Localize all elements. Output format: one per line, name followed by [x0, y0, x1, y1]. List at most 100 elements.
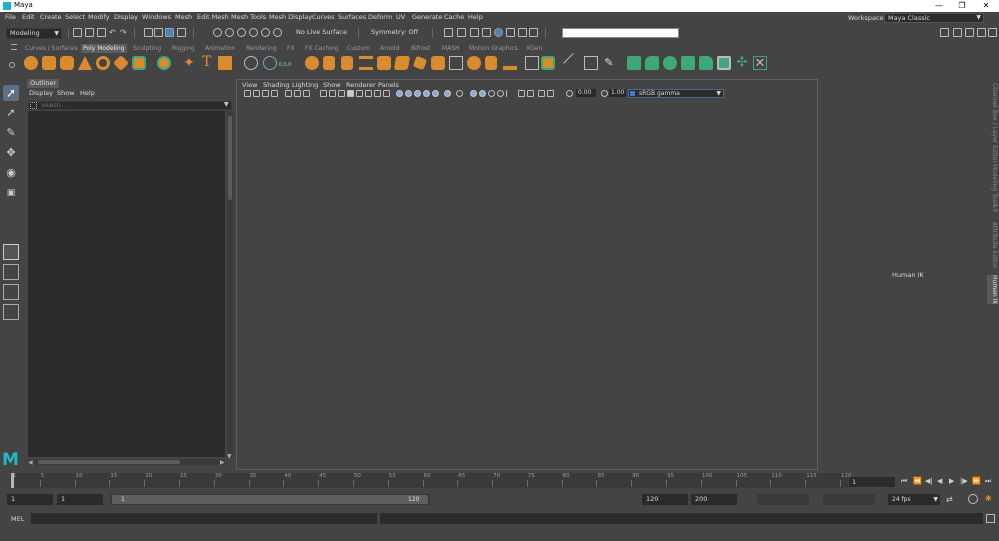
persp-outliner-layout-icon[interactable]: [3, 284, 19, 300]
shelf-tab-bifrost[interactable]: Bifrost: [409, 44, 432, 53]
menu-surfaces[interactable]: Surfaces: [338, 13, 366, 21]
film-gate-icon[interactable]: [294, 90, 301, 97]
combine-icon[interactable]: [244, 56, 258, 70]
menu-modify[interactable]: Modify: [88, 13, 110, 21]
mel-language-toggle[interactable]: MEL: [11, 515, 24, 523]
remesh-icon[interactable]: [377, 56, 391, 70]
anti-aliasing-icon[interactable]: [456, 90, 463, 97]
poly-cone-icon[interactable]: [78, 56, 92, 70]
select-tool-icon[interactable]: ➚: [3, 85, 19, 101]
paint-select-tool-icon[interactable]: ✎: [3, 125, 19, 141]
select-by-hierarchy-icon[interactable]: [144, 28, 153, 37]
multi-cut-icon[interactable]: [525, 56, 539, 70]
auto-key-icon[interactable]: [968, 494, 978, 504]
play-forwards-icon[interactable]: ▶: [949, 477, 954, 485]
outliner-tab[interactable]: Outliner: [27, 79, 60, 88]
go-to-start-icon[interactable]: ⏮: [901, 477, 907, 486]
toggle-tool-settings-icon[interactable]: [977, 28, 986, 37]
extrude-icon[interactable]: [431, 56, 445, 70]
shelf-tab-mash[interactable]: MASH: [440, 44, 462, 53]
hypershade-icon[interactable]: [494, 28, 503, 37]
xray-active-components-icon[interactable]: [497, 90, 504, 97]
wireframe-on-shaded-icon[interactable]: [396, 90, 403, 97]
loop-playback-icon[interactable]: ⇄: [946, 495, 953, 504]
grease-pencil-icon[interactable]: [365, 90, 372, 97]
command-input[interactable]: [31, 513, 377, 524]
depth-of-field-icon[interactable]: [470, 90, 477, 97]
outliner-horizontal-scroll-thumb[interactable]: [38, 460, 180, 464]
light-editor-icon[interactable]: [518, 28, 527, 37]
platonic-solid-icon[interactable]: [157, 56, 171, 70]
shelf-tab-curves-surfaces[interactable]: Curves / Surfaces: [23, 44, 80, 53]
menu-mesh[interactable]: Mesh: [175, 13, 192, 21]
tab-human-ik[interactable]: Human IK: [987, 275, 998, 305]
menu-curves[interactable]: Curves: [312, 13, 335, 21]
outliner-list[interactable]: [28, 111, 225, 457]
fill-hole-icon[interactable]: [412, 55, 428, 71]
menu-mesh-display[interactable]: Mesh Display: [269, 13, 312, 21]
exposure-icon[interactable]: [518, 90, 525, 97]
target-weld-icon[interactable]: [541, 56, 555, 70]
chevron-down-icon[interactable]: ▼: [224, 101, 229, 108]
motion-blur-icon[interactable]: [444, 90, 451, 97]
shelf-tab-motion-graphics[interactable]: Motion Graphics: [467, 44, 520, 53]
shelf-tab-arnold[interactable]: Arnold: [378, 44, 401, 53]
menu-edit-mesh[interactable]: Edit Mesh: [197, 13, 229, 21]
bookmarks-icon[interactable]: [262, 90, 269, 97]
toggle-modeling-toolkit-icon[interactable]: [953, 28, 962, 37]
snap-to-view-plane-icon[interactable]: [249, 28, 258, 37]
poly-disc-icon[interactable]: [132, 56, 146, 70]
menu-deform[interactable]: Deform: [368, 13, 392, 21]
super-shape-icon[interactable]: ✦: [182, 56, 196, 70]
separate-icon[interactable]: [263, 56, 277, 70]
rotate-tool-icon[interactable]: ◉: [3, 165, 19, 181]
poly-type-icon[interactable]: T: [202, 54, 211, 70]
toggle-channel-box-icon[interactable]: [988, 28, 997, 37]
shelf-tab-fx[interactable]: FX: [285, 44, 297, 53]
redo-icon[interactable]: ↷: [120, 28, 129, 37]
textured-icon[interactable]: [405, 90, 412, 97]
range-slider-bar[interactable]: [112, 495, 428, 504]
new-scene-icon[interactable]: [73, 28, 82, 37]
quad-draw-icon[interactable]: ✎: [602, 56, 616, 70]
screen-space-ao-icon[interactable]: [432, 90, 439, 97]
shelf-tab-poly-modeling[interactable]: Poly Modeling: [81, 44, 127, 53]
shelf-options-icon[interactable]: [9, 62, 15, 68]
lasso-tool-icon[interactable]: ➚: [3, 105, 19, 121]
gamma-icon[interactable]: [527, 90, 534, 97]
unfold-icon[interactable]: [699, 56, 713, 70]
boolean-icon[interactable]: [341, 56, 353, 70]
shadows-icon[interactable]: [423, 90, 430, 97]
wedge-icon[interactable]: [503, 56, 517, 70]
camera-attributes-icon[interactable]: [253, 90, 260, 97]
scroll-right-icon[interactable]: ▶: [220, 459, 225, 466]
select-camera-icon[interactable]: [244, 90, 251, 97]
single-perspective-view-icon[interactable]: [3, 244, 19, 260]
cut-uvs-icon[interactable]: ✣: [735, 56, 749, 70]
open-scene-icon[interactable]: [85, 28, 94, 37]
current-frame-marker[interactable]: [11, 473, 14, 488]
outliner-search-input[interactable]: [28, 101, 232, 110]
outliner-menu-show[interactable]: Show: [57, 89, 75, 97]
make-live-icon[interactable]: [261, 28, 270, 37]
exposure-field[interactable]: 0.00: [576, 89, 596, 97]
shelf-tab-rigging[interactable]: Rigging: [170, 44, 197, 53]
go-to-end-icon[interactable]: ⏭: [985, 477, 991, 486]
color-space-dropdown[interactable]: sRGB gamma ▼: [628, 89, 724, 98]
snap-to-grid-icon[interactable]: [213, 28, 222, 37]
safe-action-icon[interactable]: [338, 90, 345, 97]
menu-windows[interactable]: Windows: [142, 13, 171, 21]
toggle-attribute-editor-icon[interactable]: [965, 28, 974, 37]
gate-mask-icon[interactable]: [320, 90, 327, 97]
playback-start-field[interactable]: 1: [57, 494, 103, 505]
undo-icon[interactable]: ↶: [109, 28, 118, 37]
outliner-vertical-scroll-thumb[interactable]: [228, 116, 232, 200]
color-management-toggle-icon[interactable]: [630, 91, 635, 96]
ipr-render-icon[interactable]: [470, 28, 479, 37]
step-forward-key-icon[interactable]: ⏩: [972, 477, 981, 485]
animation-preferences-icon[interactable]: ✱: [985, 494, 992, 503]
bevel-icon[interactable]: [467, 56, 481, 70]
tab-attribute-editor[interactable]: Attribute Editor: [987, 222, 998, 268]
cylindrical-mapping-icon[interactable]: [663, 56, 677, 70]
xray-joints-icon[interactable]: [506, 90, 513, 97]
